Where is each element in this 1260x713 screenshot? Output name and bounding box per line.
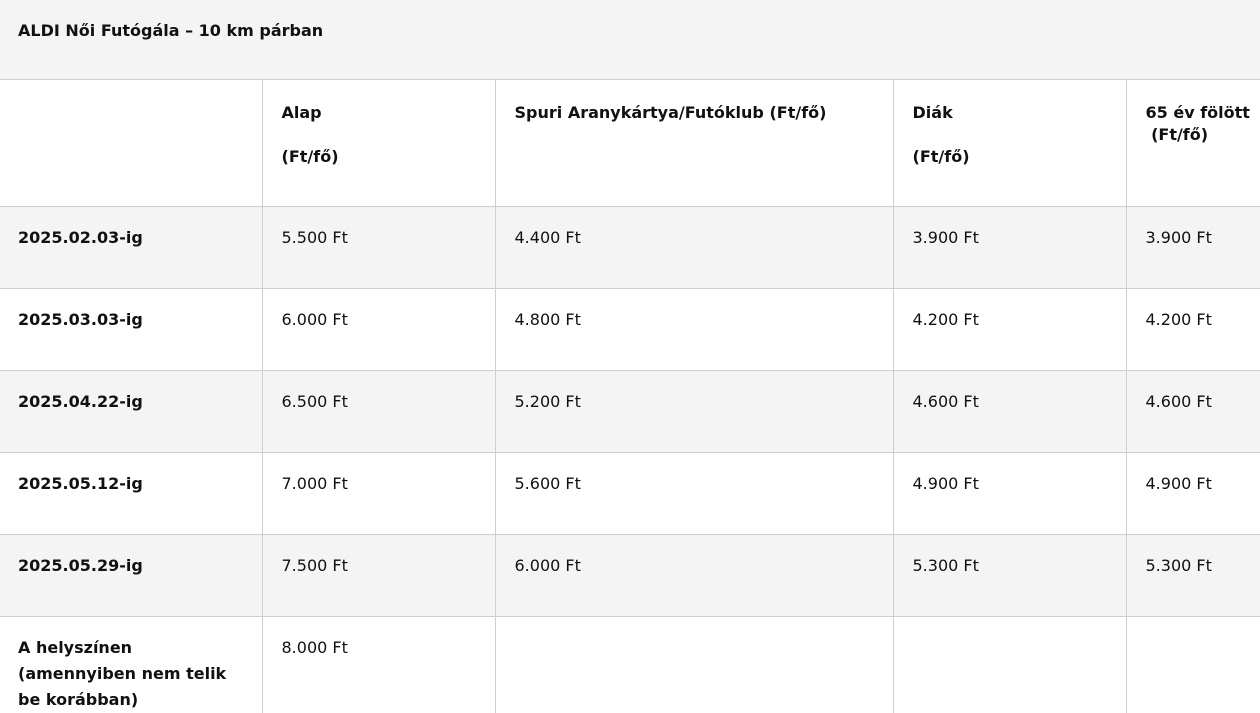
price-spuri-cell: 5.600 Ft: [495, 452, 893, 534]
price-spuri-cell: 6.000 Ft: [495, 534, 893, 616]
price-alap-cell: 7.500 Ft: [262, 534, 495, 616]
price-alap-cell: 6.000 Ft: [262, 288, 495, 370]
header-senior-unit: (Ft/fő): [1146, 122, 1260, 148]
header-cell-diak: Diák (Ft/fő): [893, 80, 1126, 206]
table-row: 2025.05.29-ig 7.500 Ft 6.000 Ft 5.300 Ft…: [0, 534, 1260, 616]
header-cell-senior: 65 év fölött (Ft/fő): [1126, 80, 1260, 206]
header-spuri-label: Spuri Aranykártya/Futóklub (Ft/fő): [515, 102, 893, 124]
price-diak-cell: 4.600 Ft: [893, 370, 1126, 452]
price-spuri-cell: [495, 616, 893, 713]
price-senior-cell: 4.900 Ft: [1126, 452, 1260, 534]
header-cell-empty: [0, 80, 262, 206]
table-title: ALDI Női Futógála – 10 km párban: [18, 20, 323, 42]
header-senior-label: 65 év fölött: [1146, 102, 1260, 124]
table-row: 2025.05.12-ig 7.000 Ft 5.600 Ft 4.900 Ft…: [0, 452, 1260, 534]
row-date-cell: A helyszínen (amennyiben nem telik be ko…: [0, 616, 262, 713]
table-row: 2025.03.03-ig 6.000 Ft 4.800 Ft 4.200 Ft…: [0, 288, 1260, 370]
row-date-cell: 2025.05.29-ig: [0, 534, 262, 616]
row-date-cell: 2025.02.03-ig: [0, 206, 262, 288]
price-diak-cell: 4.200 Ft: [893, 288, 1126, 370]
price-alap-cell: 6.500 Ft: [262, 370, 495, 452]
price-diak-cell: [893, 616, 1126, 713]
price-table: Alap (Ft/fő) Spuri Aranykártya/Futóklub …: [0, 80, 1260, 713]
price-diak-cell: 5.300 Ft: [893, 534, 1126, 616]
header-alap-label: Alap: [282, 102, 495, 124]
price-diak-cell: 4.900 Ft: [893, 452, 1126, 534]
header-cell-alap: Alap (Ft/fő): [262, 80, 495, 206]
table-row: 2025.04.22-ig 6.500 Ft 5.200 Ft 4.600 Ft…: [0, 370, 1260, 452]
price-spuri-cell: 4.400 Ft: [495, 206, 893, 288]
table-title-bar: ALDI Női Futógála – 10 km párban: [0, 0, 1260, 80]
table-row: A helyszínen (amennyiben nem telik be ko…: [0, 616, 1260, 713]
row-date-cell: 2025.03.03-ig: [0, 288, 262, 370]
row-date-cell: 2025.04.22-ig: [0, 370, 262, 452]
row-date-cell: 2025.05.12-ig: [0, 452, 262, 534]
price-senior-cell: 3.900 Ft: [1126, 206, 1260, 288]
header-diak-label: Diák: [913, 102, 1126, 124]
price-senior-cell: 4.600 Ft: [1126, 370, 1260, 452]
price-alap-cell: 5.500 Ft: [262, 206, 495, 288]
price-alap-cell: 8.000 Ft: [262, 616, 495, 713]
table-header-row: Alap (Ft/fő) Spuri Aranykártya/Futóklub …: [0, 80, 1260, 206]
header-alap-unit: (Ft/fő): [282, 146, 495, 168]
price-alap-cell: 7.000 Ft: [262, 452, 495, 534]
price-diak-cell: 3.900 Ft: [893, 206, 1126, 288]
header-diak-unit: (Ft/fő): [913, 146, 1126, 168]
price-senior-cell: [1126, 616, 1260, 713]
price-senior-cell: 4.200 Ft: [1126, 288, 1260, 370]
price-senior-cell: 5.300 Ft: [1126, 534, 1260, 616]
price-spuri-cell: 5.200 Ft: [495, 370, 893, 452]
price-spuri-cell: 4.800 Ft: [495, 288, 893, 370]
table-row: 2025.02.03-ig 5.500 Ft 4.400 Ft 3.900 Ft…: [0, 206, 1260, 288]
header-cell-spuri: Spuri Aranykártya/Futóklub (Ft/fő): [495, 80, 893, 206]
